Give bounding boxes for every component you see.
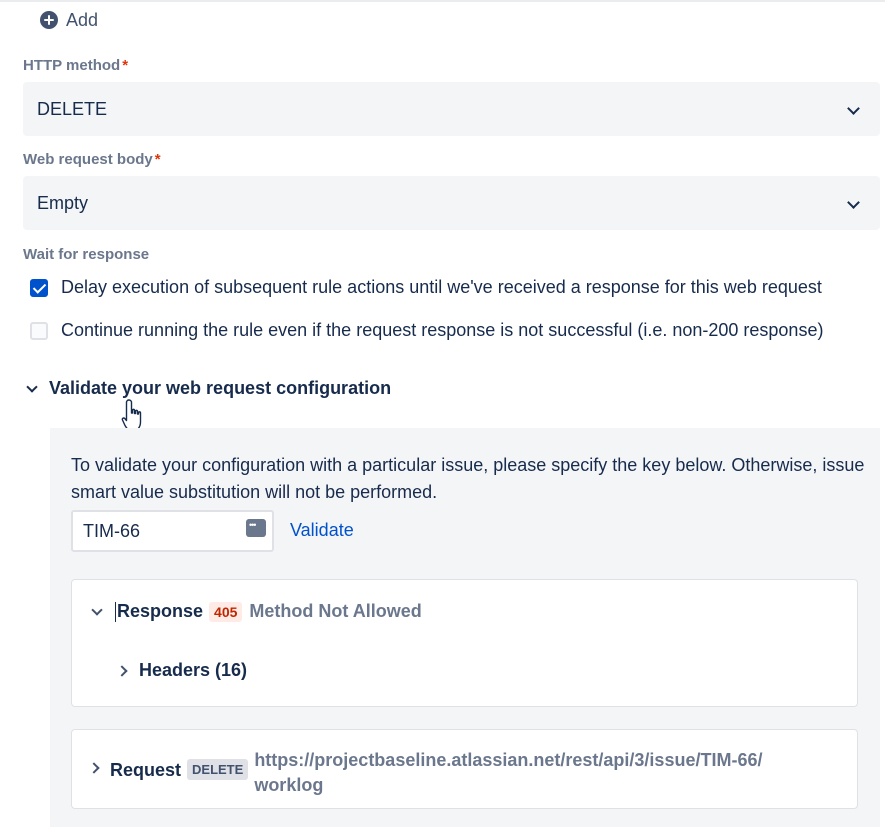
response-card: Response 405 Method Not Allowed Headers … <box>71 579 858 707</box>
password-manager-icon[interactable] <box>246 519 266 537</box>
validate-button[interactable]: Validate <box>290 520 354 541</box>
continue-running-label: Continue running the rule even if the re… <box>61 320 824 340</box>
delay-execution-label: Delay execution of subsequent rule actio… <box>61 277 822 297</box>
chevron-down-icon <box>26 380 38 393</box>
chevron-right-icon[interactable] <box>88 762 100 774</box>
validate-section-title: Validate your web request configuration <box>49 378 392 398</box>
chevron-down-icon <box>847 102 860 115</box>
validate-section-toggle[interactable]: Validate your web request configuration <box>25 378 391 399</box>
required-mark: * <box>122 57 129 74</box>
method-badge: DELETE <box>187 759 249 780</box>
request-label[interactable]: Request <box>110 760 181 781</box>
delay-execution-checkbox[interactable] <box>30 278 48 297</box>
response-label: Response <box>117 601 204 621</box>
headers-label: Headers (16) <box>139 660 248 680</box>
continue-running-option[interactable]: Continue running the rule even if the re… <box>30 320 823 341</box>
validate-instructions: To validate your configuration with a pa… <box>71 455 865 502</box>
add-button[interactable]: Add <box>40 8 98 32</box>
http-method-select[interactable]: DELETE <box>23 82 880 136</box>
web-request-body-select[interactable]: Empty <box>23 176 880 230</box>
issue-key-input[interactable]: TIM-66 <box>71 510 274 552</box>
request-url: https://projectbaseline.atlassian.net/re… <box>254 750 763 795</box>
plus-circle-icon <box>40 11 58 29</box>
request-card: Request DELETE https://projectbaseline.a… <box>71 729 858 809</box>
http-method-label: HTTP method * <box>23 57 129 74</box>
delay-execution-option[interactable]: Delay execution of subsequent rule actio… <box>30 277 822 298</box>
continue-running-checkbox[interactable] <box>30 321 48 340</box>
validate-panel: To validate your configuration with a pa… <box>50 428 880 827</box>
status-text: Method Not Allowed <box>249 601 422 621</box>
text-caret <box>115 601 116 622</box>
request-row: Request DELETE https://projectbaseline.a… <box>88 748 764 798</box>
response-toggle[interactable]: Response 405 Method Not Allowed <box>90 601 422 622</box>
chevron-down-icon <box>847 196 860 209</box>
chevron-down-icon <box>91 603 103 616</box>
add-label: Add <box>66 9 99 30</box>
web-request-body-label: Web request body * <box>23 151 161 168</box>
headers-toggle[interactable]: Headers (16) <box>116 660 248 681</box>
wait-for-response-label: Wait for response <box>23 246 150 263</box>
issue-key-value: TIM-66 <box>83 520 141 541</box>
top-divider <box>0 0 885 2</box>
web-request-body-value: Empty <box>37 192 89 213</box>
required-mark: * <box>154 151 161 168</box>
status-code-badge: 405 <box>209 601 243 622</box>
http-method-value: DELETE <box>37 98 108 119</box>
chevron-right-icon <box>116 664 128 677</box>
